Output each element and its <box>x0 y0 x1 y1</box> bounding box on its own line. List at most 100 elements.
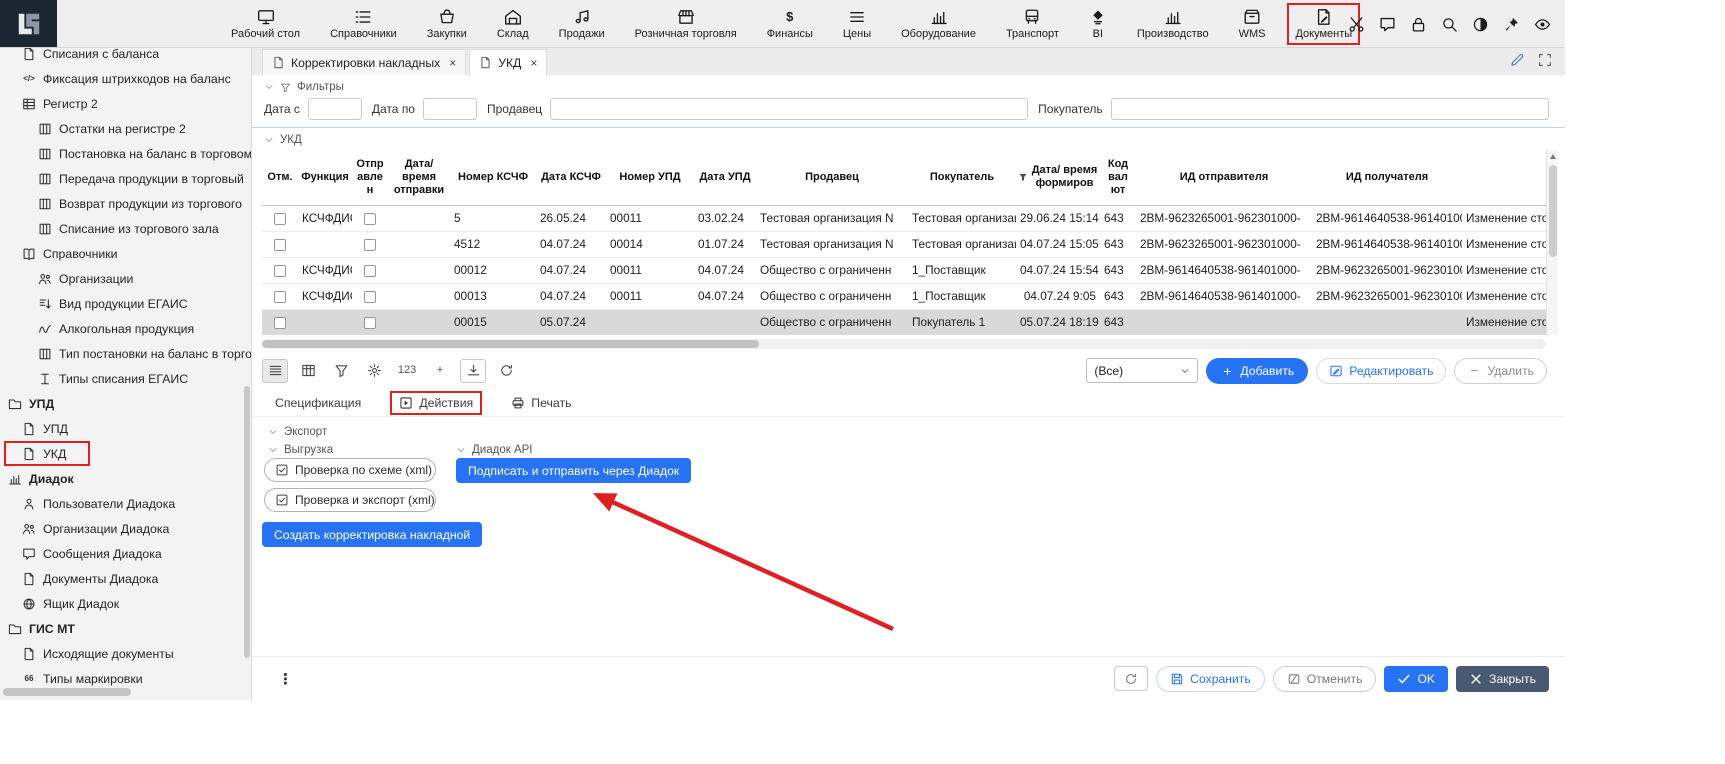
scrollbar-thumb[interactable] <box>1549 165 1557 257</box>
sidebar-item-24[interactable]: Исходящие документы <box>0 641 251 666</box>
ok-button[interactable]: OK <box>1384 666 1448 692</box>
unload-section-header[interactable]: Выгрузка <box>268 440 333 460</box>
sidebar-item-23[interactable]: ГИС МТ <box>0 616 251 641</box>
sign-send-button[interactable]: Подписать и отправить через Диадок <box>456 458 691 483</box>
refresh-grid-button[interactable] <box>493 359 519 383</box>
row-checkbox[interactable] <box>364 265 376 277</box>
eye-icon[interactable] <box>1534 16 1551 33</box>
column-header-sent_time[interactable]: Дата/ время отправки <box>388 150 450 205</box>
sidebar-item-4[interactable]: Постановка на баланс в торговом <box>0 141 251 166</box>
row-checkbox[interactable] <box>364 291 376 303</box>
row-checkbox[interactable] <box>274 291 286 303</box>
add-column-button[interactable]: + <box>427 359 453 383</box>
filter-button[interactable] <box>328 359 354 383</box>
scroll-up-arrow[interactable] <box>1547 150 1558 163</box>
sidebar-item-2[interactable]: Регистр 2 <box>0 91 251 116</box>
scissors-icon[interactable] <box>1348 16 1365 33</box>
menu-item-directories[interactable]: Справочники <box>324 5 403 43</box>
column-header-num_kschf[interactable]: Номер КСЧФ <box>450 150 536 205</box>
column-header-sel[interactable]: Отм. <box>262 150 298 205</box>
filters-header[interactable]: Фильтры <box>264 77 1549 97</box>
sidebar-vertical-scrollbar[interactable] <box>244 386 250 658</box>
column-header-seller[interactable]: Продавец <box>756 150 908 205</box>
function-filter-select[interactable]: (Все) <box>1086 358 1198 383</box>
column-header-date_kschf[interactable]: Дата КСЧФ <box>536 150 606 205</box>
sidebar-item-22[interactable]: Ящик Диадок <box>0 591 251 616</box>
expand-icon[interactable] <box>1537 52 1553 68</box>
table-vertical-scrollbar[interactable] <box>1546 150 1558 335</box>
subtab-actions[interactable]: Действия <box>392 393 480 413</box>
sidebar-item-18[interactable]: Пользователи Диадока <box>0 491 251 516</box>
contrast-icon[interactable] <box>1472 16 1489 33</box>
scrollbar-thumb[interactable] <box>262 340 759 348</box>
sidebar-item-1[interactable]: </>Фиксация штрихкодов на баланс <box>0 66 251 91</box>
menu-item-bi[interactable]: BI <box>1083 5 1113 43</box>
cancel-button[interactable]: Отменить <box>1273 666 1377 692</box>
menu-item-prices[interactable]: Цены <box>837 5 877 43</box>
column-header-operation[interactable] <box>1462 150 1546 205</box>
sidebar-item-17[interactable]: Диадок <box>0 466 251 491</box>
menu-item-equipment[interactable]: Оборудование <box>895 5 982 43</box>
table-row[interactable]: КСЧФДИС0001204.07.240001104.07.24Обществ… <box>262 257 1546 283</box>
sidebar-item-15[interactable]: УПД <box>0 416 251 441</box>
sidebar-item-9[interactable]: Организации <box>0 266 251 291</box>
row-checkbox[interactable] <box>274 265 286 277</box>
sidebar-item-11[interactable]: Алкогольная продукция <box>0 316 251 341</box>
sidebar-item-8[interactable]: Справочники <box>0 241 251 266</box>
sidebar-item-0[interactable]: Списания с баланса <box>0 48 251 66</box>
table-row[interactable]: КСЧФДИС0001304.07.240001104.07.24Обществ… <box>262 283 1546 309</box>
grid-section-header[interactable]: УКД <box>264 130 1565 150</box>
column-header-formed[interactable]: Дата/ время формиров <box>1016 150 1100 205</box>
row-checkbox[interactable] <box>274 317 286 329</box>
sidebar-horizontal-scrollbar[interactable] <box>3 688 131 696</box>
download-button[interactable] <box>460 359 486 383</box>
menu-item-purchases[interactable]: Закупки <box>421 5 473 43</box>
sidebar-item-14[interactable]: УПД <box>0 391 251 416</box>
menu-item-transport[interactable]: Транспорт <box>1000 5 1065 43</box>
tab-close-icon[interactable]: × <box>530 57 537 69</box>
column-header-sent[interactable]: Отпр авле н <box>352 150 388 205</box>
refresh-button[interactable] <box>1114 666 1148 691</box>
table-horizontal-scrollbar[interactable] <box>262 339 1546 349</box>
column-header-receiver_id[interactable]: ИД получателя <box>1312 150 1462 205</box>
sidebar-item-12[interactable]: Тип постановки на баланс в торго <box>0 341 251 366</box>
row-checkbox[interactable] <box>274 213 286 225</box>
chat-icon[interactable] <box>1379 16 1396 33</box>
filter-input-date_from[interactable] <box>308 98 362 120</box>
sidebar-item-19[interactable]: Организации Диадока <box>0 516 251 541</box>
table-row[interactable]: 0001505.07.24Общество с ограниченнПокупа… <box>262 309 1546 335</box>
check-schema-button[interactable]: Проверка по схеме (xml) <box>264 458 436 482</box>
row-checkbox[interactable] <box>274 239 286 251</box>
menu-item-desktop[interactable]: Рабочий стол <box>225 5 306 43</box>
kebab-menu-icon[interactable]: ⋮ <box>278 670 293 688</box>
subtab-specification[interactable]: Спецификация <box>268 393 368 413</box>
tab-close-icon[interactable]: × <box>449 57 456 69</box>
tab-ukd[interactable]: УКД× <box>469 49 547 75</box>
column-header-date_upd[interactable]: Дата УПД <box>694 150 756 205</box>
sidebar-item-21[interactable]: Документы Диадока <box>0 566 251 591</box>
settings-button[interactable] <box>361 359 387 383</box>
row-checkbox[interactable] <box>364 239 376 251</box>
column-header-currency[interactable]: Код вал ют <box>1100 150 1136 205</box>
row-checkbox[interactable] <box>364 317 376 329</box>
filter-input-date_to[interactable] <box>423 98 477 120</box>
tab-corrections[interactable]: Корректировки накладных× <box>262 49 466 75</box>
table-row[interactable]: КСЧФДИС526.05.240001103.02.24Тестовая ор… <box>262 205 1546 231</box>
save-button[interactable]: Сохранить <box>1156 666 1265 692</box>
sidebar-item-5[interactable]: Передача продукции в торговый <box>0 166 251 191</box>
sidebar-item-16[interactable]: УКД <box>0 441 251 466</box>
sidebar-item-6[interactable]: Возврат продукции из торгового <box>0 191 251 216</box>
pencil-icon[interactable] <box>1509 52 1525 68</box>
sidebar-item-10[interactable]: Вид продукции ЕГАИС <box>0 291 251 316</box>
menu-item-finance[interactable]: $Финансы <box>761 5 819 43</box>
menu-item-sales[interactable]: Продажи <box>553 5 611 43</box>
sidebar-item-20[interactable]: Сообщения Диадока <box>0 541 251 566</box>
edit-button[interactable]: Редактировать <box>1316 358 1446 384</box>
row-view-button[interactable] <box>262 359 288 383</box>
menu-item-retail[interactable]: Розничная торговля <box>629 5 743 43</box>
export-section-header[interactable]: Экспорт <box>268 422 327 442</box>
sidebar-item-7[interactable]: Списание из торгового зала <box>0 216 251 241</box>
delete-button[interactable]: − Удалить <box>1454 358 1547 384</box>
add-button[interactable]: + Добавить <box>1206 358 1308 384</box>
lock-icon[interactable] <box>1410 16 1427 33</box>
